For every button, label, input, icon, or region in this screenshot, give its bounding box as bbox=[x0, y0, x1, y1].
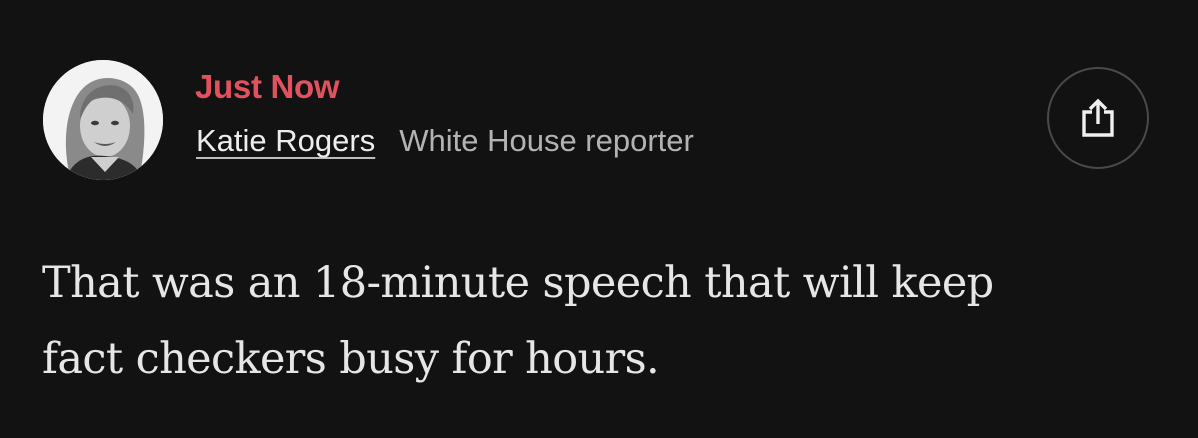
author-role: White House reporter bbox=[399, 123, 694, 158]
post-body-line: fact checkers busy for hours. bbox=[42, 334, 660, 384]
byline: Katie Rogers White House reporter bbox=[196, 121, 694, 161]
author-name-link[interactable]: Katie Rogers bbox=[196, 121, 375, 161]
share-icon bbox=[1082, 98, 1114, 137]
post-timestamp: Just Now bbox=[195, 68, 340, 105]
author-avatar[interactable] bbox=[43, 60, 163, 180]
post-body: That was an 18-minute speech that will k… bbox=[42, 245, 1162, 397]
live-update-post: Just Now Katie Rogers White House report… bbox=[0, 0, 1198, 438]
post-body-line: That was an 18-minute speech that will k… bbox=[42, 258, 994, 308]
author-avatar-image bbox=[43, 60, 163, 180]
share-button[interactable] bbox=[1047, 67, 1149, 169]
